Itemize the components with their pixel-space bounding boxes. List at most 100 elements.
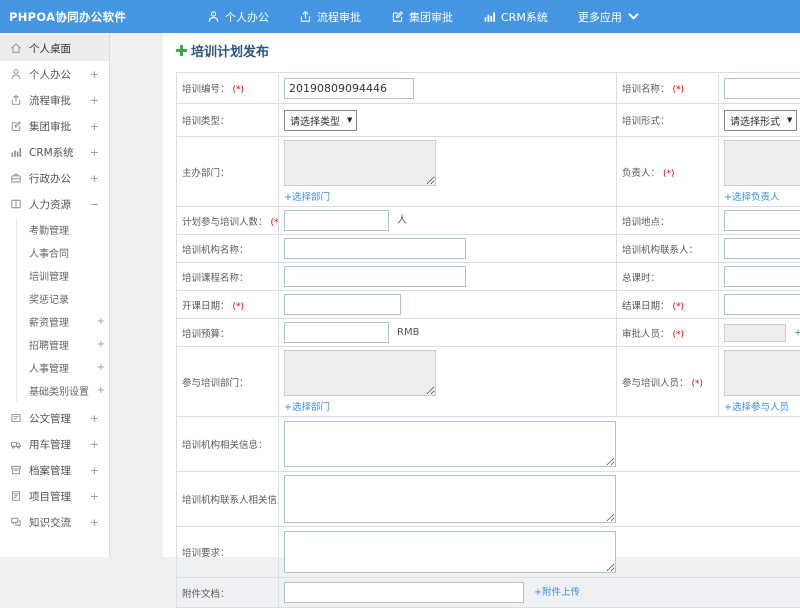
- planned-participants-label: 计划参与培训人数：(*): [177, 207, 279, 235]
- sidebar-item-hr-contract[interactable]: 人事合同: [29, 241, 109, 264]
- participants-box[interactable]: [724, 350, 800, 396]
- sidebar-item-personnel[interactable]: 人事管理 +: [29, 356, 109, 379]
- sidebar-item-crm-expand-toggle[interactable]: +: [90, 146, 99, 159]
- sidebar-item-project[interactable]: 项目管理 +: [0, 483, 109, 509]
- org-info-textarea[interactable]: [284, 421, 616, 467]
- edit-icon: [391, 10, 404, 23]
- sidebar-item-desktop[interactable]: 个人桌面: [0, 35, 109, 61]
- sidebar-item-personal-office[interactable]: 个人办公+: [0, 61, 109, 87]
- participating-depts-pick-link[interactable]: +选择部门: [284, 402, 330, 413]
- sidebar-item-workflow-approval-expand-toggle[interactable]: +: [90, 94, 99, 107]
- topnav-workflow-approval[interactable]: 流程审批: [299, 9, 361, 25]
- training-requirements-textarea[interactable]: [284, 531, 616, 573]
- sidebar-item-attendance[interactable]: 考勤管理: [29, 218, 109, 241]
- topnav-more-apps[interactable]: 更多应用: [578, 9, 640, 25]
- topnav-workflow-approval-label: 流程审批: [317, 9, 361, 25]
- sidebar-item-hr-expand-toggle[interactable]: −: [90, 198, 99, 211]
- training-form-field-cell: 请选择形式▼: [719, 104, 800, 137]
- sidebar-item-project-expand-toggle[interactable]: +: [90, 490, 99, 503]
- sidebar-item-group-approval[interactable]: 集团审批+: [0, 113, 109, 139]
- course-name-input[interactable]: [284, 266, 466, 287]
- menu-icon[interactable]: [163, 8, 181, 26]
- briefcase-icon: [10, 172, 22, 184]
- sidebar-item-rewards[interactable]: 奖惩记录: [29, 287, 109, 310]
- sidebar-item-personnel-expand-toggle[interactable]: +: [97, 362, 105, 373]
- participants-link-row: +选择参与人员: [724, 399, 800, 413]
- participating-depts-box[interactable]: [284, 350, 436, 396]
- sidebar-item-base-category-expand-toggle[interactable]: +: [97, 385, 105, 396]
- leader-required-marker: (*): [663, 169, 675, 179]
- topnav-group-approval[interactable]: 集团审批: [391, 9, 453, 25]
- sidebar-item-rewards-label: 奖惩记录: [29, 291, 69, 306]
- sidebar-item-archive[interactable]: 档案管理+: [0, 457, 109, 483]
- sidebar-item-training-mgmt[interactable]: 培训管理: [29, 264, 109, 287]
- org-contact-input[interactable]: [724, 238, 800, 259]
- sidebar-item-base-category[interactable]: 基础类别设置+: [29, 379, 109, 402]
- org-contact-info-textarea[interactable]: [284, 475, 616, 523]
- sidebar-item-admin-office-expand-toggle[interactable]: +: [90, 172, 99, 185]
- sidebar-item-official-doc-expand-toggle[interactable]: +: [90, 412, 99, 425]
- leader-field-cell: +选择负责人: [719, 137, 800, 207]
- sidebar-item-salary-expand-toggle[interactable]: +: [97, 316, 105, 327]
- topnav-group-approval-label: 集团审批: [409, 9, 453, 25]
- training-no-input[interactable]: [284, 78, 414, 99]
- end-date-label: 结课日期：(*): [617, 291, 719, 319]
- participating-depts-label: 参与培训部门：: [177, 347, 279, 417]
- budget-input[interactable]: [284, 322, 389, 343]
- archive-icon: [10, 464, 22, 476]
- host-dept-label: 主办部门：: [177, 137, 279, 207]
- sidebar-item-vehicle-expand-toggle[interactable]: +: [90, 438, 99, 451]
- sidebar-item-salary-label: 薪资管理: [29, 314, 69, 329]
- attachment-input[interactable]: [284, 582, 524, 603]
- start-date-input[interactable]: [284, 294, 401, 315]
- leader-box[interactable]: [724, 140, 800, 186]
- sidebar-item-group-approval-expand-toggle[interactable]: +: [90, 120, 99, 133]
- sidebar-item-admin-office[interactable]: 行政办公+: [0, 165, 109, 191]
- sidebar-item-knowledge[interactable]: 知识交流+: [0, 509, 109, 535]
- sidebar-item-project-label: 项目管理: [29, 489, 71, 504]
- sidebar-item-recruit[interactable]: 招聘管理 +: [29, 333, 109, 356]
- end-date-input[interactable]: [724, 294, 800, 315]
- sidebar-item-desktop-label: 个人桌面: [29, 41, 71, 56]
- sidebar-item-personnel-label: 人事管理: [29, 360, 69, 375]
- host-dept-box[interactable]: [284, 140, 436, 186]
- form-row-course-name: 培训课程名称：总课时：: [177, 263, 800, 291]
- host-dept-pick-link[interactable]: +选择部门: [284, 192, 330, 203]
- sidebar: 个人桌面个人办公+流程审批+集团审批+CRM系统+行政办公+人力资源−考勤管理人…: [0, 33, 110, 557]
- participants-pick-link[interactable]: +选择参与人员: [724, 402, 789, 413]
- sidebar-item-salary[interactable]: 薪资管理 +: [29, 310, 109, 333]
- training-form-select[interactable]: 请选择形式▼: [724, 110, 797, 131]
- sidebar-item-recruit-expand-toggle[interactable]: +: [97, 339, 105, 350]
- org-name-input[interactable]: [284, 238, 466, 259]
- training-type-select[interactable]: 请选择类型▼: [284, 110, 357, 131]
- total-hours-input[interactable]: [724, 266, 800, 287]
- app-logo: PHPOA协同办公软件: [0, 9, 155, 25]
- form-row-budget: 培训预算：RMB审批人员：(*)+选择审批人员: [177, 319, 800, 347]
- end-date-required-marker: (*): [673, 302, 685, 312]
- sidebar-item-archive-expand-toggle[interactable]: +: [90, 464, 99, 477]
- sidebar-item-hr[interactable]: 人力资源−: [0, 191, 109, 217]
- sidebar-item-workflow-approval[interactable]: 流程审批+: [0, 87, 109, 113]
- sidebar-item-crm[interactable]: CRM系统+: [0, 139, 109, 165]
- leader-pick-link[interactable]: +选择负责人: [724, 192, 779, 203]
- start-date-field-cell: [279, 291, 617, 319]
- sidebar-item-personal-office-expand-toggle[interactable]: +: [90, 68, 99, 81]
- training-name-input[interactable]: [724, 78, 800, 99]
- sidebar-item-official-doc[interactable]: 公文管理+: [0, 405, 109, 431]
- topnav-crm[interactable]: CRM系统: [483, 9, 548, 25]
- page-title: 培训计划发布: [176, 41, 800, 60]
- training-place-input[interactable]: [724, 210, 800, 231]
- org-contact-info-field-cell: [279, 472, 800, 527]
- planned-participants-input[interactable]: [284, 210, 389, 231]
- topnav-personal-office[interactable]: 个人办公: [207, 9, 269, 25]
- participating-depts-link-row: +选择部门: [284, 399, 611, 413]
- sidebar-item-knowledge-expand-toggle[interactable]: +: [90, 516, 99, 529]
- hr-icon: [10, 198, 22, 210]
- form-row-org-name: 培训机构名称：培训机构联系人：: [177, 235, 800, 263]
- approvers-box[interactable]: [724, 324, 786, 342]
- topnav-more-apps-label: 更多应用: [578, 9, 622, 25]
- approvers-pick-link[interactable]: +选择审批人员: [794, 327, 800, 338]
- sidebar-item-recruit-label: 招聘管理: [29, 337, 69, 352]
- sidebar-item-vehicle[interactable]: 用车管理+: [0, 431, 109, 457]
- attachment-pick-link[interactable]: +附件上传: [534, 587, 580, 598]
